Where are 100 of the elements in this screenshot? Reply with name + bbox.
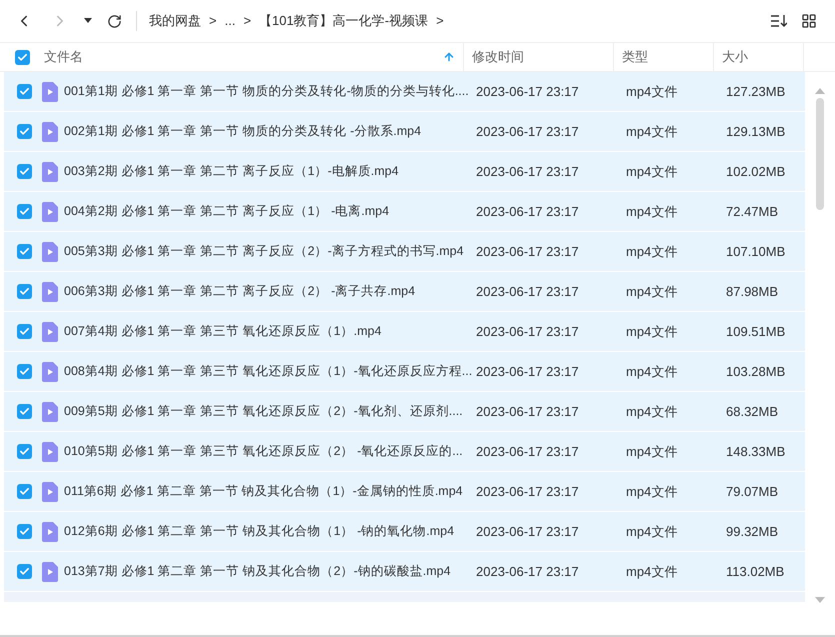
refresh-icon <box>106 14 122 28</box>
check-icon <box>18 126 30 137</box>
file-size: 129.13MB <box>726 124 786 139</box>
check-icon <box>18 566 30 577</box>
file-row[interactable]: 009第5期 必修1 第一章 第三节 氧化还原反应（2）-氧化剂、还原剂.... 2023-06-17 23:17 mp4文件 68.32MB <box>4 392 805 432</box>
breadcrumb[interactable]: ... <box>224 11 236 31</box>
column-header[interactable]: 文件名 <box>36 43 464 71</box>
checkbox[interactable] <box>16 124 32 139</box>
file-row[interactable]: 006第3期 必修1 第一章 第二节 离子反应（2） -离子共存.mp4 2023-06-17 23:17 mp4文件 87.98MB <box>4 272 805 312</box>
column-header[interactable]: 类型 <box>614 43 714 71</box>
file-size: 113.02MB <box>726 564 784 579</box>
checkbox[interactable] <box>16 284 32 299</box>
modified-time: 2023-06-17 23:17 <box>476 284 579 299</box>
modified-time: 2023-06-17 23:17 <box>476 84 579 99</box>
checkbox[interactable] <box>16 564 32 579</box>
checkbox[interactable] <box>16 364 32 379</box>
file-size: 127.23MB <box>726 84 786 99</box>
file-row[interactable]: 004第2期 必修1 第一章 第二节 离子反应（1） -电离.mp4 2023-06-17 23:17 mp4文件 72.47MB <box>4 192 805 232</box>
checkbox[interactable] <box>16 484 32 499</box>
checkbox[interactable] <box>16 324 32 339</box>
file-type: mp4文件 <box>626 564 678 579</box>
file-type: mp4文件 <box>626 244 678 259</box>
file-size: 87.98MB <box>726 284 778 299</box>
file-name: 006第3期 必修1 第一章 第二节 离子反应（2） -离子共存.mp4 <box>64 283 416 300</box>
modified-time: 2023-06-17 23:17 <box>476 324 579 339</box>
video-file-icon <box>42 322 58 342</box>
breadcrumb[interactable]: 我的网盘 <box>149 11 201 31</box>
file-name: 013第7期 必修1 第二章 第一节 钠及其化合物（2）-钠的碳酸盐.mp4 <box>64 563 451 580</box>
file-row[interactable]: 011第6期 必修1 第二章 第一节 钠及其化合物（1）-金属钠的性质.mp4 2023-06-17 23:17 mp4文件 79.07MB <box>4 472 805 512</box>
file-size: 102.02MB <box>726 164 786 179</box>
checkbox[interactable] <box>16 444 32 459</box>
check-icon <box>18 166 30 177</box>
video-file-icon <box>42 282 58 302</box>
file-size: 109.51MB <box>726 324 786 339</box>
sort-icon[interactable] <box>771 14 787 28</box>
dropdown-icon[interactable] <box>84 18 92 24</box>
modified-time: 2023-06-17 23:17 <box>476 564 579 579</box>
check-icon <box>18 486 30 497</box>
scroll-down-icon[interactable] <box>815 597 825 603</box>
check-icon <box>18 446 30 457</box>
checkbox[interactable] <box>16 164 32 179</box>
scroll-up-icon[interactable] <box>815 88 825 94</box>
file-type: mp4文件 <box>626 364 678 379</box>
file-row[interactable]: 002第1期 必修1 第一章 第一节 物质的分类及转化 -分散系.mp4 2023-06-17 23:17 mp4文件 129.13MB <box>4 112 805 152</box>
file-name: 001第1期 必修1 第一章 第一节 物质的分类及转化-物质的分类与转化.... <box>64 83 469 100</box>
file-row[interactable]: 007第4期 必修1 第一章 第三节 氧化还原反应（1）.mp4 2023-06-17 23:17 mp4文件 109.51MB <box>4 312 805 352</box>
file-row[interactable]: 005第3期 必修1 第一章 第二节 离子反应（2）-离子方程式的书写.mp4 2023-06-17 23:17 mp4文件 107.10MB <box>4 232 805 272</box>
file-size: 99.32MB <box>726 524 778 539</box>
video-file-icon <box>42 402 58 422</box>
modified-time: 2023-06-17 23:17 <box>476 524 579 539</box>
breadcrumb-separator: > <box>436 12 444 30</box>
checkbox[interactable] <box>14 50 30 64</box>
file-name: 007第4期 必修1 第一章 第三节 氧化还原反应（1）.mp4 <box>64 323 382 340</box>
checkbox[interactable] <box>16 84 32 99</box>
file-name: 009第5期 必修1 第一章 第三节 氧化还原反应（2）-氧化剂、还原剂.... <box>64 403 463 420</box>
file-name: 002第1期 必修1 第一章 第一节 物质的分类及转化 -分散系.mp4 <box>64 123 422 140</box>
file-type: mp4文件 <box>626 164 678 179</box>
video-file-icon <box>42 522 58 542</box>
file-row[interactable]: 010第5期 必修1 第一章 第三节 氧化还原反应（2） -氧化还原反应的... 2023-06-17 23:17 mp4文件 148.33MB <box>4 432 805 472</box>
video-file-icon <box>42 122 58 142</box>
video-file-icon <box>42 562 58 582</box>
file-type: mp4文件 <box>626 204 678 219</box>
check-icon <box>16 52 28 62</box>
file-type: mp4文件 <box>626 524 678 539</box>
file-type: mp4文件 <box>626 404 678 419</box>
check-icon <box>18 246 30 257</box>
file-row[interactable]: 008第4期 必修1 第一章 第三节 氧化还原反应（1）-氧化还原反应方程... 2023-06-17 23:17 mp4文件 103.28MB <box>4 352 805 392</box>
modified-time: 2023-06-17 23:17 <box>476 404 579 419</box>
scrollbar-thumb[interactable] <box>816 98 824 210</box>
file-row[interactable]: 013第7期 必修1 第二章 第一节 钠及其化合物（2）-钠的碳酸盐.mp4 2023-06-17 23:17 mp4文件 113.02MB <box>4 552 805 592</box>
checkbox[interactable] <box>16 204 32 219</box>
checkbox[interactable] <box>16 244 32 259</box>
file-name: 003第2期 必修1 第一章 第二节 离子反应（1）-电解质.mp4 <box>64 163 399 180</box>
modified-time: 2023-06-17 23:17 <box>476 244 579 259</box>
modified-time: 2023-06-17 23:17 <box>476 164 579 179</box>
check-icon <box>18 526 30 537</box>
checkbox[interactable] <box>16 524 32 539</box>
file-size: 72.47MB <box>726 204 778 219</box>
file-name: 010第5期 必修1 第一章 第三节 氧化还原反应（2） -氧化还原反应的... <box>64 443 463 460</box>
file-name: 012第6期 必修1 第二章 第一节 钠及其化合物（1） -钠的氧化物.mp4 <box>64 523 454 540</box>
check-icon <box>18 206 30 217</box>
file-size: 103.28MB <box>726 364 786 379</box>
file-row[interactable]: 003第2期 必修1 第一章 第二节 离子反应（1）-电解质.mp4 2023-06-17 23:17 mp4文件 102.02MB <box>4 152 805 192</box>
breadcrumb[interactable]: 【101教育】高一化学-视频课 <box>259 11 428 31</box>
file-size: 148.33MB <box>726 444 786 459</box>
video-file-icon <box>42 162 58 182</box>
check-icon <box>18 406 30 417</box>
column-header[interactable]: 大小 <box>714 43 804 71</box>
file-size: 79.07MB <box>726 484 778 499</box>
checkbox[interactable] <box>16 404 32 419</box>
file-row[interactable]: 001第1期 必修1 第一章 第一节 物质的分类及转化-物质的分类与转化.... 2023-06-17 23:17 mp4文件 127.23MB <box>4 72 805 112</box>
modified-time: 2023-06-17 23:17 <box>476 124 579 139</box>
file-size: 68.32MB <box>726 404 778 419</box>
check-icon <box>18 326 30 337</box>
file-row[interactable]: 012第6期 必修1 第二章 第一节 钠及其化合物（1） -钠的氧化物.mp4 2023-06-17 23:17 mp4文件 99.32MB <box>4 512 805 552</box>
modified-time: 2023-06-17 23:17 <box>476 484 579 499</box>
breadcrumb-separator: > <box>209 12 217 30</box>
video-file-icon <box>42 482 58 502</box>
check-icon <box>18 366 30 377</box>
column-header[interactable]: 修改时间 <box>464 43 614 71</box>
